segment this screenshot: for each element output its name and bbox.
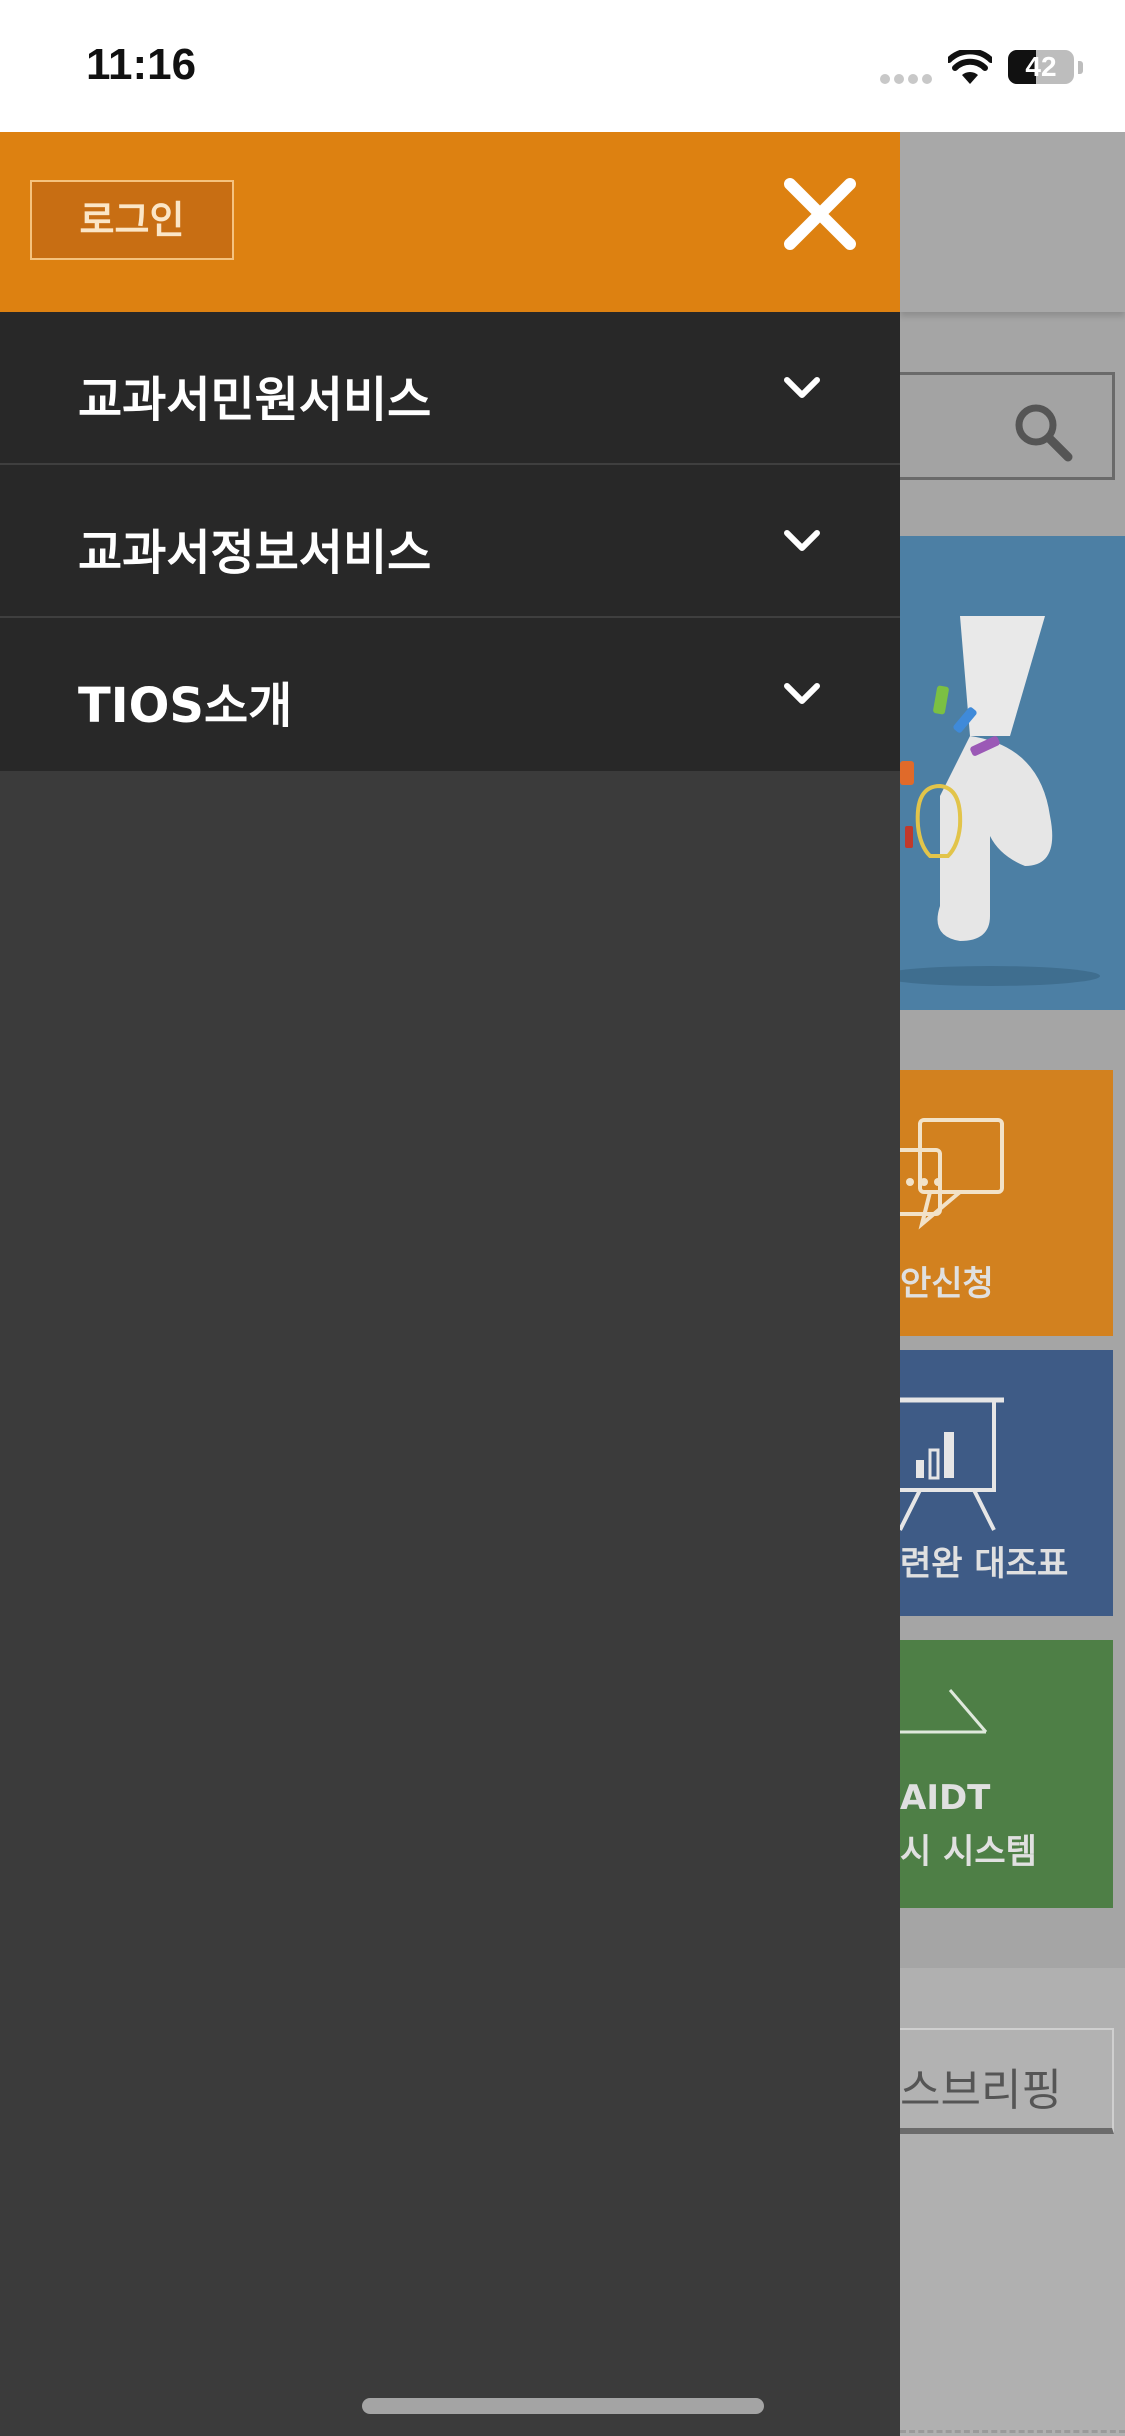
background-header bbox=[900, 132, 1125, 312]
chevron-down-icon bbox=[784, 377, 820, 398]
status-bar: 11:16 42 bbox=[0, 0, 1125, 132]
menu-item-label: 교과서민원서비스 bbox=[78, 372, 432, 428]
wifi-icon bbox=[948, 50, 992, 84]
menu-item-textbook-info-service[interactable]: 교과서정보서비스 bbox=[0, 465, 900, 618]
menu-item-textbook-civil-service[interactable]: 교과서민원서비스 bbox=[0, 312, 900, 465]
home-indicator[interactable] bbox=[362, 2398, 764, 2414]
background-page: 안신청 련완 대조표 AIDT 시 시스템 스브리핑 bbox=[900, 132, 1125, 2436]
presentation-board-icon bbox=[900, 1397, 1004, 1531]
background-divider bbox=[900, 2430, 1125, 2433]
battery-level: 42 bbox=[1025, 51, 1057, 82]
tile-label-line: AIDT bbox=[900, 1778, 991, 1818]
chat-bubbles-icon bbox=[900, 1118, 1004, 1230]
tile-label-line: 시 시스템 bbox=[900, 1832, 1037, 1872]
background-tile-green: AIDT 시 시스템 bbox=[900, 1640, 1113, 1908]
side-drawer: 로그인 교과서민원서비스 교과서정보서비스 TIOS소개 bbox=[0, 132, 900, 2436]
background-tab: 스브리핑 bbox=[900, 2028, 1114, 2134]
battery-tip bbox=[1078, 61, 1083, 74]
background-tab-label: 스브리핑 bbox=[900, 2065, 1062, 2116]
status-time: 11:16 bbox=[86, 40, 197, 89]
menu-item-tios-intro[interactable]: TIOS소개 bbox=[0, 618, 900, 771]
chevron-down-icon bbox=[784, 530, 820, 551]
device-icon bbox=[900, 1689, 988, 1734]
chevron-down-icon bbox=[784, 683, 820, 704]
lightbulb-illustration-icon bbox=[900, 616, 1100, 986]
drawer-menu: 교과서민원서비스 교과서정보서비스 TIOS소개 bbox=[0, 312, 900, 771]
login-button[interactable]: 로그인 bbox=[30, 180, 234, 260]
menu-item-label: 교과서정보서비스 bbox=[78, 525, 432, 581]
drawer-header: 로그인 bbox=[0, 132, 900, 312]
menu-item-label: TIOS소개 bbox=[78, 678, 293, 734]
cellular-signal-icon bbox=[880, 74, 934, 86]
close-icon[interactable] bbox=[780, 174, 860, 254]
battery-icon: 42 bbox=[1008, 50, 1074, 84]
background-tile-orange: 안신청 bbox=[900, 1070, 1113, 1336]
background-tile-blue: 련완 대조표 bbox=[900, 1350, 1113, 1616]
background-search-box bbox=[900, 372, 1115, 480]
search-icon bbox=[1015, 404, 1073, 462]
background-banner bbox=[900, 536, 1125, 1010]
tile-label-line: 련완 대조표 bbox=[900, 1544, 1069, 1584]
tile-label-line: 안신청 bbox=[900, 1264, 994, 1304]
